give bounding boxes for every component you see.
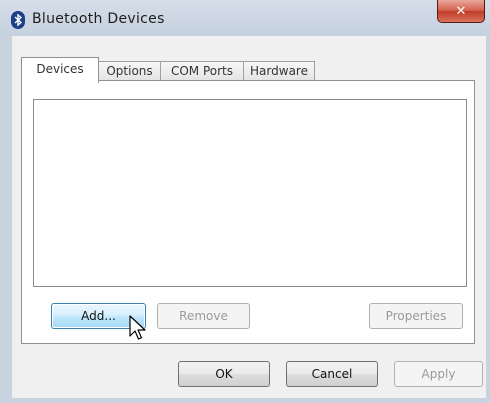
tab-label: Devices bbox=[36, 62, 84, 76]
bluetooth-devices-window: Bluetooth Devices ✕ Devices Options COM … bbox=[0, 0, 490, 403]
close-icon: ✕ bbox=[455, 3, 467, 19]
remove-button-label: Remove bbox=[179, 309, 228, 323]
mouse-pointer-icon bbox=[129, 315, 146, 340]
properties-button[interactable]: Properties bbox=[369, 303, 463, 329]
tab-com-ports[interactable]: COM Ports bbox=[161, 61, 244, 81]
cancel-button-label: Cancel bbox=[311, 367, 353, 381]
tab-hardware[interactable]: Hardware bbox=[244, 61, 315, 81]
tab-devices[interactable]: Devices bbox=[21, 57, 99, 83]
apply-button[interactable]: Apply bbox=[394, 361, 483, 387]
apply-button-label: Apply bbox=[421, 367, 456, 381]
ok-button-label: OK bbox=[215, 367, 233, 381]
window-title: Bluetooth Devices bbox=[32, 11, 165, 27]
tab-options[interactable]: Options bbox=[99, 61, 161, 81]
tab-label: Options bbox=[106, 64, 153, 78]
title-bar[interactable]: Bluetooth Devices ✕ bbox=[0, 0, 490, 36]
tab-label: Hardware bbox=[250, 64, 308, 78]
add-button-label: Add... bbox=[81, 309, 116, 323]
tab-label: COM Ports bbox=[170, 64, 234, 78]
bluetooth-icon bbox=[11, 11, 25, 29]
device-list[interactable] bbox=[33, 99, 467, 287]
remove-button[interactable]: Remove bbox=[157, 303, 250, 329]
properties-button-label: Properties bbox=[385, 309, 447, 323]
ok-button[interactable]: OK bbox=[178, 361, 270, 387]
cancel-button[interactable]: Cancel bbox=[286, 361, 378, 387]
close-button[interactable]: ✕ bbox=[437, 0, 485, 23]
